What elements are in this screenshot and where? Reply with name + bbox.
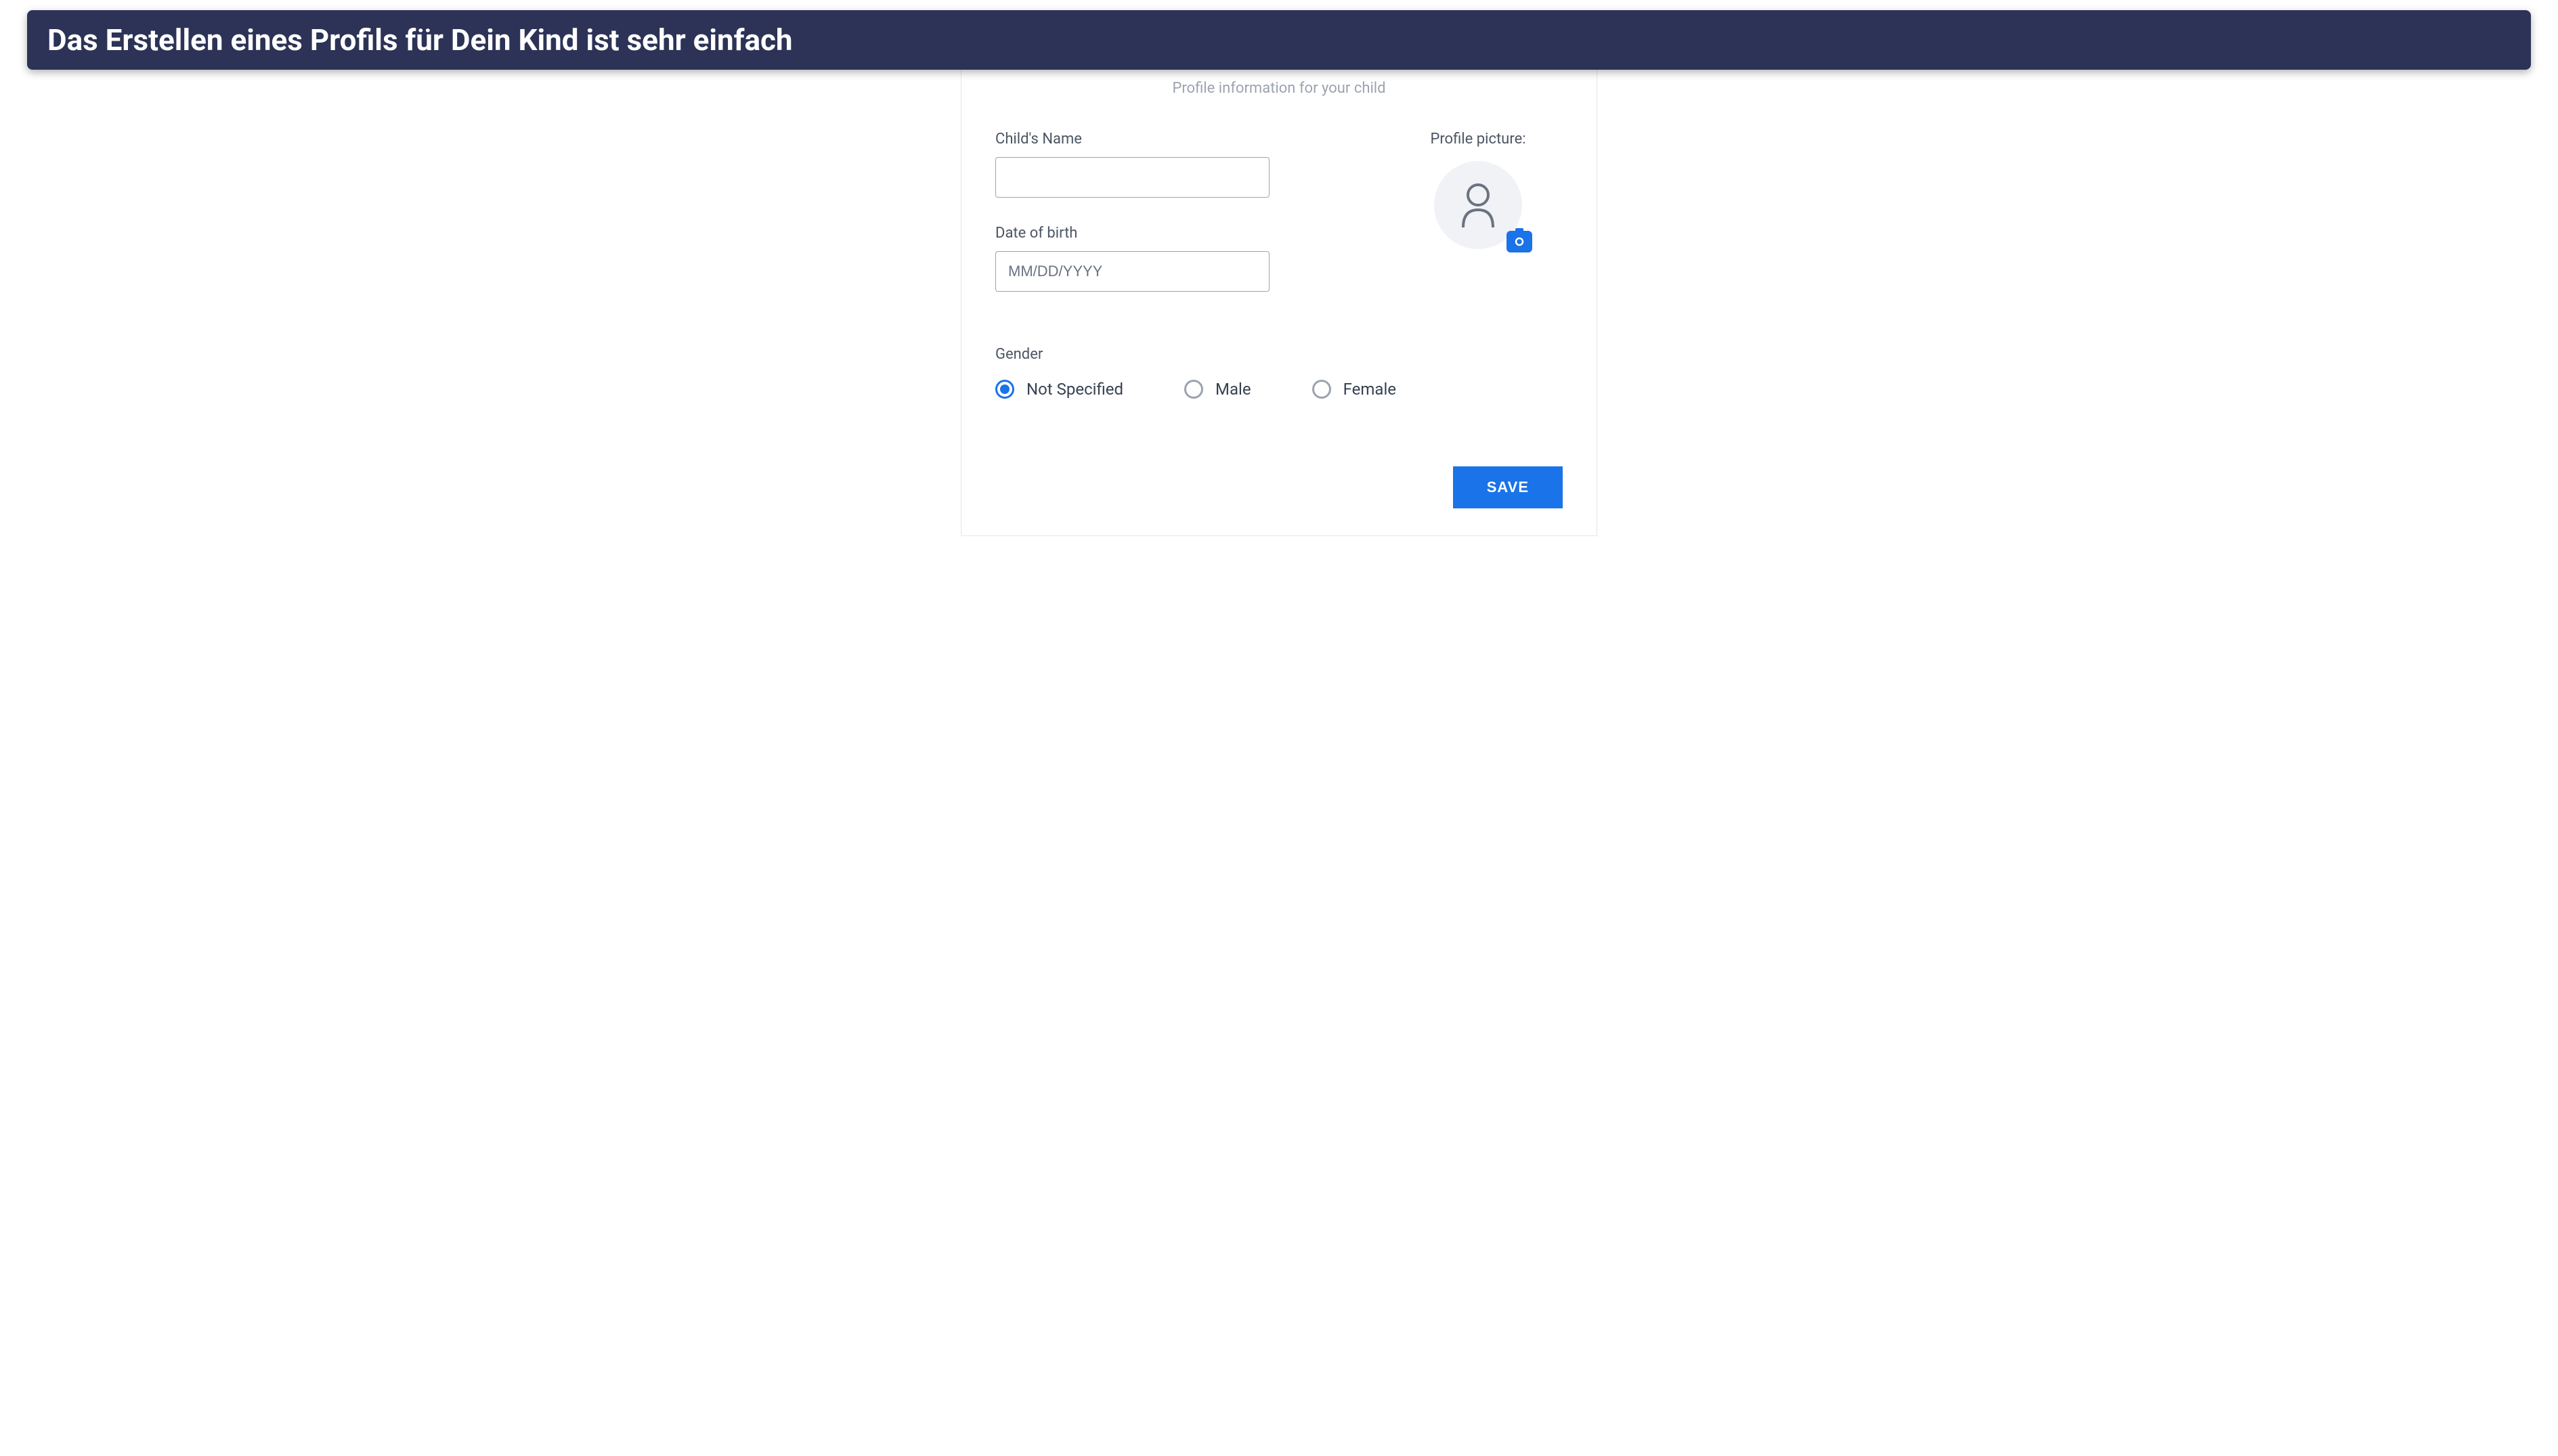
save-button[interactable]: SAVE: [1453, 466, 1563, 508]
gender-section: Gender Not Specified Male Female: [995, 346, 1563, 399]
gender-label: Gender: [995, 346, 1563, 363]
form-left-column: Child's Name Date of birth: [995, 131, 1339, 319]
dob-group: Date of birth: [995, 225, 1339, 292]
avatar-container[interactable]: [1434, 161, 1522, 249]
upload-photo-button[interactable]: [1506, 231, 1532, 252]
page-banner: Das Erstellen eines Profils für Dein Kin…: [27, 10, 2531, 70]
child-name-input[interactable]: [995, 157, 1270, 198]
form-subtitle: Profile information for your child: [995, 80, 1563, 97]
profile-form-card: Profile information for your child Child…: [961, 60, 1597, 536]
dob-input[interactable]: [995, 251, 1270, 292]
radio-not-specified[interactable]: Not Specified: [995, 380, 1123, 399]
save-row: SAVE: [995, 466, 1563, 508]
camera-icon: [1513, 236, 1526, 247]
radio-label-male: Male: [1215, 380, 1251, 399]
profile-picture-label: Profile picture:: [1393, 131, 1563, 148]
person-icon: [1458, 181, 1498, 229]
gender-radio-group: Not Specified Male Female: [995, 380, 1563, 399]
radio-label-female: Female: [1343, 380, 1396, 399]
radio-male[interactable]: Male: [1184, 380, 1251, 399]
dob-label: Date of birth: [995, 225, 1339, 242]
radio-dot-icon: [1000, 384, 1010, 394]
form-row: Child's Name Date of birth Profile pictu…: [995, 131, 1563, 319]
radio-female[interactable]: Female: [1312, 380, 1396, 399]
child-name-label: Child's Name: [995, 131, 1339, 148]
radio-label-not-specified: Not Specified: [1026, 380, 1123, 399]
radio-circle-icon: [1184, 380, 1203, 399]
banner-title: Das Erstellen eines Profils für Dein Kin…: [47, 22, 793, 58]
radio-circle-icon: [995, 380, 1014, 399]
radio-circle-icon: [1312, 380, 1331, 399]
child-name-group: Child's Name: [995, 131, 1339, 198]
form-right-column: Profile picture:: [1393, 131, 1563, 319]
